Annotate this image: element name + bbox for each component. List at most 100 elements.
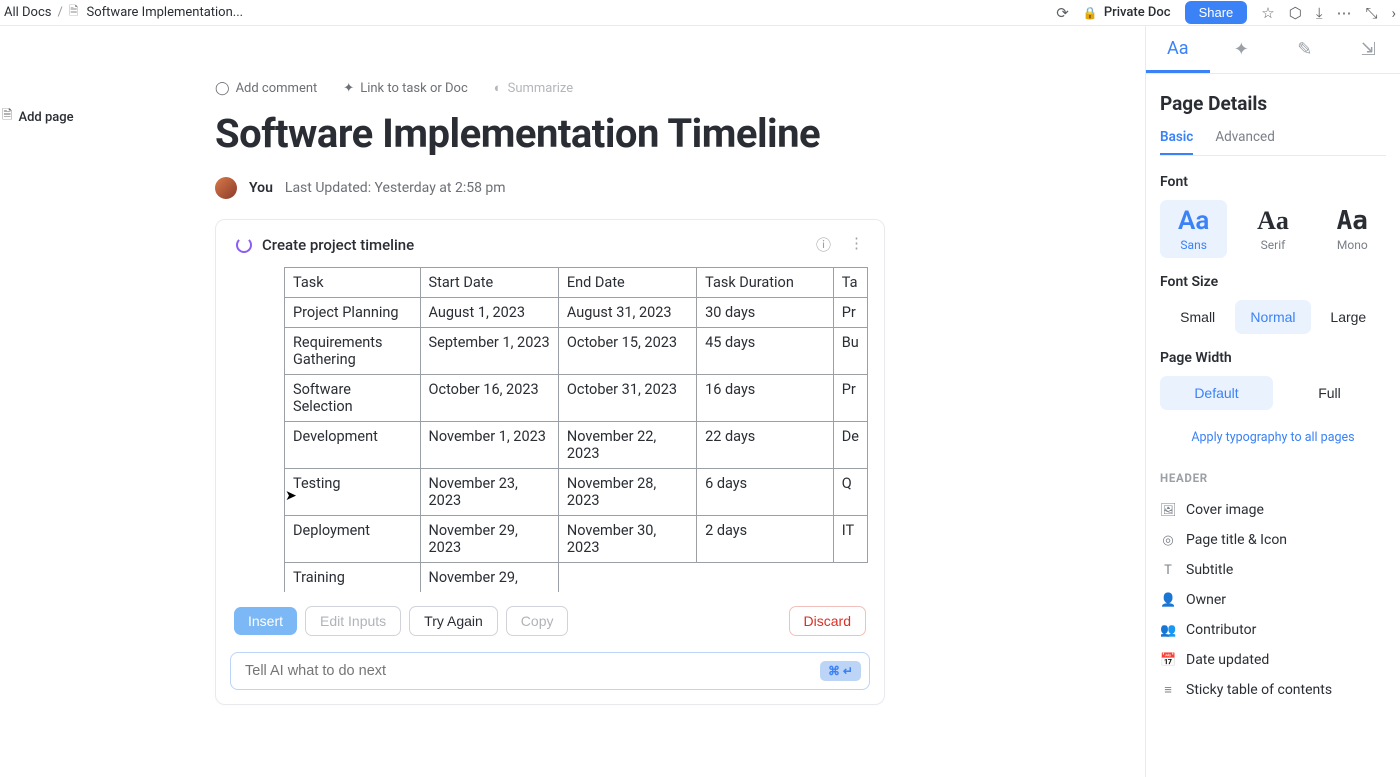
more-icon[interactable]: ⋯ — [1336, 4, 1351, 22]
table-row[interactable]: Deployment November 29, 2023 November 30… — [285, 516, 868, 563]
cell[interactable]: Pr — [833, 375, 867, 422]
panel-tab-typography[interactable]: Aa — [1146, 26, 1210, 73]
cell[interactable]: November 23, 2023 — [420, 469, 558, 516]
cell[interactable]: IT — [833, 516, 867, 563]
cell[interactable]: Requirements Gathering — [285, 328, 421, 375]
cell[interactable]: November 29, 2023 — [420, 516, 558, 563]
main-content: ◯ Add comment ✦ Link to task or Doc ◐ Su… — [120, 26, 1145, 777]
apply-typography-link[interactable]: Apply typography to all pages — [1160, 430, 1386, 445]
cell[interactable]: November 22, 2023 — [558, 422, 696, 469]
avatar[interactable] — [215, 177, 237, 199]
cell[interactable]: 22 days — [697, 422, 834, 469]
cell[interactable]: October 16, 2023 — [420, 375, 558, 422]
panel-tab-ai[interactable]: ✦ — [1210, 26, 1274, 73]
cell[interactable]: September 1, 2023 — [420, 328, 558, 375]
font-name: Sans — [1160, 238, 1227, 252]
cell[interactable]: Pr — [833, 298, 867, 328]
cell[interactable]: October 31, 2023 — [558, 375, 696, 422]
page-title[interactable]: Software Implementation Timeline — [215, 110, 1145, 157]
cell[interactable]: November 29, — [420, 563, 558, 593]
add-page-link[interactable]: 🗎 Add page — [2, 106, 120, 128]
table-row[interactable]: Testing November 23, 2023 November 28, 2… — [285, 469, 868, 516]
cell[interactable]: Training — [285, 563, 421, 593]
try-again-button[interactable]: Try Again — [409, 606, 498, 636]
size-large[interactable]: Large — [1311, 300, 1386, 334]
cell[interactable]: August 31, 2023 — [558, 298, 696, 328]
font-serif[interactable]: Aa Serif — [1239, 200, 1306, 258]
th-start: Start Date — [420, 268, 558, 298]
cell[interactable]: 16 days — [697, 375, 834, 422]
panel-tab-more[interactable]: ⇲ — [1337, 26, 1400, 73]
cell[interactable]: Development — [285, 422, 421, 469]
cell[interactable] — [697, 563, 834, 593]
width-full[interactable]: Full — [1273, 376, 1386, 410]
cell[interactable]: Bu — [833, 328, 867, 375]
header-owner-label: Owner — [1186, 592, 1226, 608]
font-sans[interactable]: Aa Sans — [1160, 200, 1227, 258]
cell[interactable]: Deployment — [285, 516, 421, 563]
copy-button[interactable]: Copy — [506, 606, 569, 636]
width-default[interactable]: Default — [1160, 376, 1273, 410]
cell[interactable]: November 30, 2023 — [558, 516, 696, 563]
cell[interactable]: 6 days — [697, 469, 834, 516]
kebab-icon[interactable]: ⋮ — [849, 234, 864, 255]
font-label: Font — [1160, 174, 1386, 190]
table-row[interactable]: Project Planning August 1, 2023 August 3… — [285, 298, 868, 328]
breadcrumb-root[interactable]: All Docs — [4, 5, 52, 20]
edit-inputs-button[interactable]: Edit Inputs — [305, 606, 401, 636]
ai-text-field[interactable] — [245, 663, 820, 679]
comment-bubble-icon: ◯ — [215, 81, 230, 96]
table-row[interactable]: Software Selection October 16, 2023 Octo… — [285, 375, 868, 422]
cell[interactable]: 30 days — [697, 298, 834, 328]
history-icon[interactable]: ⟳ — [1056, 4, 1069, 22]
breadcrumb-doc[interactable]: Software Implementation... — [87, 5, 244, 20]
ai-card: Create project timeline ⓘ ⋮ Task Start D… — [215, 219, 885, 705]
cell[interactable]: De — [833, 422, 867, 469]
add-comment-action[interactable]: ◯ Add comment — [215, 80, 317, 96]
link-task-action[interactable]: ✦ Link to task or Doc — [343, 80, 467, 96]
discard-button[interactable]: Discard — [789, 606, 866, 636]
privacy-chip[interactable]: 🔒 Private Doc — [1083, 5, 1171, 20]
cell[interactable]: November 28, 2023 — [558, 469, 696, 516]
panel-tab-magic[interactable]: ✎ — [1273, 26, 1337, 73]
cell[interactable]: Software Selection — [285, 375, 421, 422]
ai-input[interactable]: ⌘ ↵ — [230, 652, 870, 690]
size-small[interactable]: Small — [1160, 300, 1235, 334]
cell[interactable]: 45 days — [697, 328, 834, 375]
star-icon[interactable]: ☆ — [1261, 4, 1274, 22]
collapse-icon[interactable]: ⤡ — [1365, 4, 1377, 22]
ai-prompt-title: Create project timeline — [262, 236, 414, 254]
comment-icon[interactable]: ⬡ — [1289, 4, 1302, 22]
insert-button[interactable]: Insert — [234, 607, 297, 635]
cell[interactable]: November 1, 2023 — [420, 422, 558, 469]
lock-icon: 🔒 — [1083, 6, 1098, 20]
contributor-icon: 👥 — [1160, 623, 1176, 638]
image-icon: 🖼 — [1160, 503, 1176, 518]
subtab-advanced[interactable]: Advanced — [1215, 129, 1275, 155]
header-date-label: Date updated — [1186, 652, 1269, 668]
subtab-basic[interactable]: Basic — [1160, 129, 1193, 155]
font-name: Serif — [1239, 238, 1306, 252]
font-mono[interactable]: Aa Mono — [1319, 200, 1386, 258]
cell[interactable] — [558, 563, 696, 593]
cell[interactable]: Testing — [285, 469, 421, 516]
table-row[interactable]: Requirements Gathering September 1, 2023… — [285, 328, 868, 375]
panel-subtabs: Basic Advanced — [1160, 129, 1386, 156]
summarize-action[interactable]: ◐ Summarize — [494, 80, 573, 96]
pagewidth-label: Page Width — [1160, 350, 1386, 366]
cell[interactable] — [833, 563, 867, 593]
size-normal[interactable]: Normal — [1235, 300, 1310, 334]
font-name: Mono — [1319, 238, 1386, 252]
table-row[interactable]: Training November 29, — [285, 563, 868, 593]
share-button[interactable]: Share — [1185, 1, 1248, 24]
cell[interactable]: 2 days — [697, 516, 834, 563]
cell[interactable]: Q — [833, 469, 867, 516]
cell[interactable]: Project Planning — [285, 298, 421, 328]
breadcrumb: All Docs / 🗎 Software Implementation... — [4, 2, 243, 23]
table-row[interactable]: Development November 1, 2023 November 22… — [285, 422, 868, 469]
download-icon[interactable]: ⤓ — [1316, 4, 1323, 22]
cell[interactable]: October 15, 2023 — [558, 328, 696, 375]
cell[interactable]: August 1, 2023 — [420, 298, 558, 328]
info-icon[interactable]: ⓘ — [816, 234, 831, 255]
close-icon[interactable]: › — [1391, 4, 1396, 22]
